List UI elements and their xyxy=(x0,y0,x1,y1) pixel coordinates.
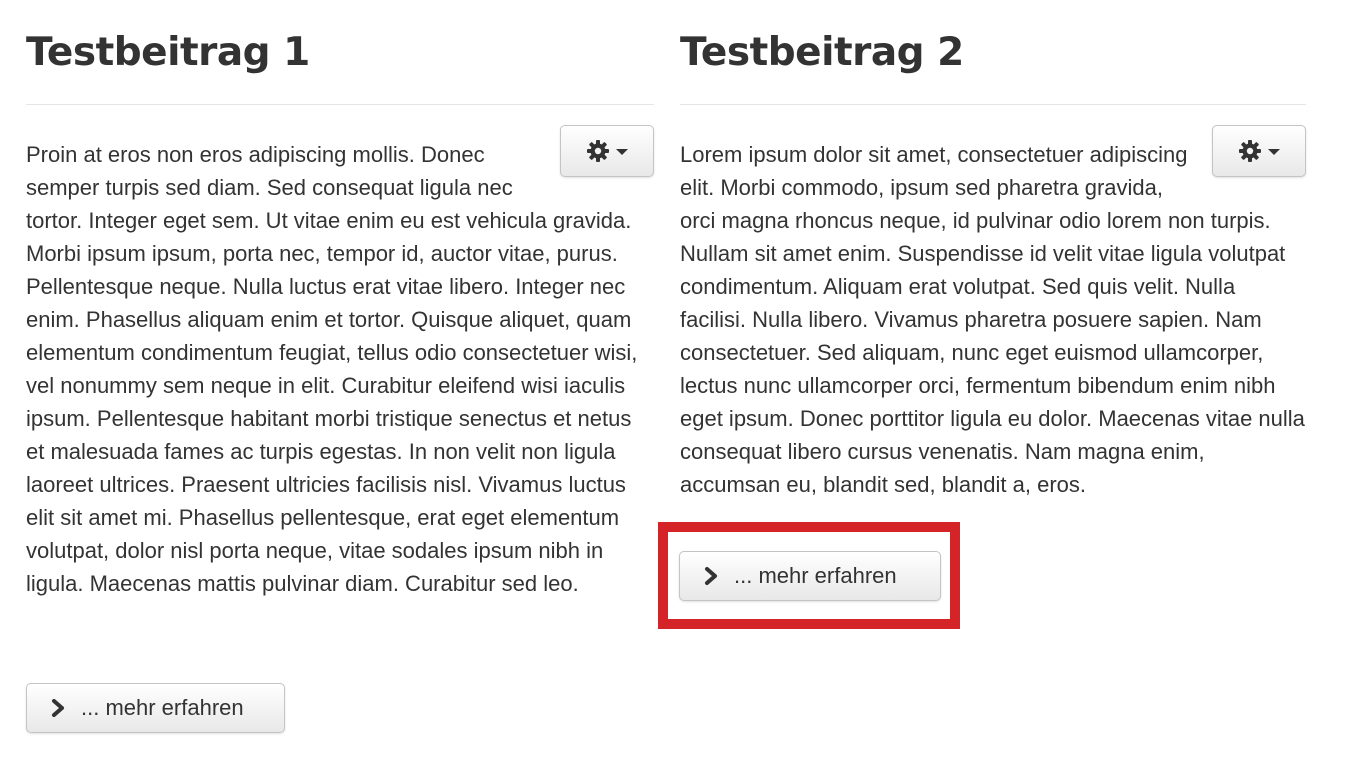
chevron-right-icon xyxy=(704,566,734,586)
gear-icon xyxy=(1238,139,1262,163)
chevron-right-icon xyxy=(51,698,81,718)
article-1-more-button[interactable]: ... mehr erfahren xyxy=(26,683,285,733)
article-body: Lorem ipsum dolor sit amet, consectetuer… xyxy=(680,125,1306,501)
title-divider xyxy=(680,104,1306,105)
caret-down-icon xyxy=(1268,149,1280,155)
article-settings-button[interactable] xyxy=(560,125,654,177)
article-text: Lorem ipsum dolor sit amet, consectetuer… xyxy=(680,142,1305,497)
caret-down-icon xyxy=(616,149,628,155)
article-body: Proin at eros non eros adipiscing mollis… xyxy=(26,125,654,600)
article-title: Testbeitrag 1 xyxy=(26,30,310,75)
article-title: Testbeitrag 2 xyxy=(680,30,964,75)
article-2-more-button[interactable]: ... mehr erfahren xyxy=(679,551,941,601)
more-button-label: ... mehr erfahren xyxy=(81,695,244,720)
article-settings-button[interactable] xyxy=(1212,125,1306,177)
gear-icon xyxy=(586,139,610,163)
article-text: Proin at eros non eros adipiscing mollis… xyxy=(26,142,638,596)
more-button-label: ... mehr erfahren xyxy=(734,563,897,588)
title-divider xyxy=(26,104,654,105)
